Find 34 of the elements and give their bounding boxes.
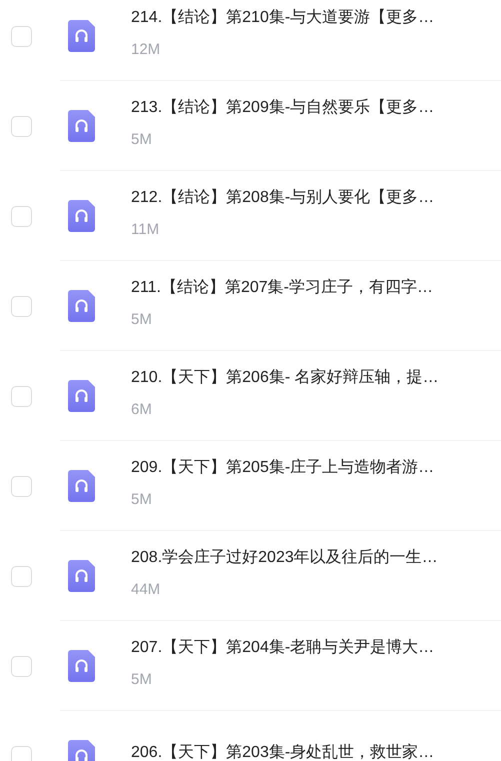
audio-file-icon: [68, 110, 95, 142]
file-size: 6M: [131, 400, 153, 418]
checkbox[interactable]: [11, 746, 32, 761]
checkbox[interactable]: [11, 386, 32, 406]
file-title[interactable]: 210.【天下】第206集- 名家好辩压轴，提…: [131, 368, 439, 386]
audio-file-icon: [68, 20, 95, 52]
file-size: 5M: [131, 490, 153, 508]
audio-file-icon: [68, 470, 95, 502]
checkbox[interactable]: [11, 476, 32, 496]
audio-file-icon: [68, 290, 95, 322]
file-title[interactable]: 213.【结论】第209集-与自然要乐【更多…: [131, 98, 434, 116]
checkbox[interactable]: [11, 116, 32, 136]
checkbox[interactable]: [11, 566, 32, 586]
file-size: 11M: [131, 220, 160, 238]
checkbox[interactable]: [11, 296, 32, 316]
audio-file-icon: [68, 560, 95, 592]
file-size: 5M: [131, 670, 153, 688]
file-title[interactable]: 212.【结论】第208集-与别人要化【更多…: [131, 188, 434, 206]
checkbox[interactable]: [11, 26, 32, 46]
file-size: 12M: [131, 40, 162, 58]
file-title[interactable]: 209.【天下】第205集-庄子上与造物者游…: [131, 458, 434, 476]
checkbox[interactable]: [11, 206, 32, 226]
file-size: 44M: [131, 580, 162, 598]
file-size: 5M: [131, 130, 153, 148]
file-title[interactable]: 211.【结论】第207集-学习庄子，有四字…: [131, 278, 433, 296]
file-size: 5M: [131, 310, 153, 328]
checkbox[interactable]: [11, 656, 32, 676]
file-title[interactable]: 208.学会庄子过好2023年以及往后的一生…: [131, 548, 438, 566]
file-title[interactable]: 207.【天下】第204集-老聃与关尹是博大…: [131, 638, 434, 656]
audio-file-icon: [68, 650, 95, 682]
file-title[interactable]: 214.【结论】第210集-与大道要游【更多…: [131, 8, 434, 26]
file-title[interactable]: 206.【天下】第203集-身处乱世，救世家…: [131, 744, 434, 761]
audio-file-icon: [68, 200, 95, 232]
audio-file-icon: [68, 380, 95, 412]
